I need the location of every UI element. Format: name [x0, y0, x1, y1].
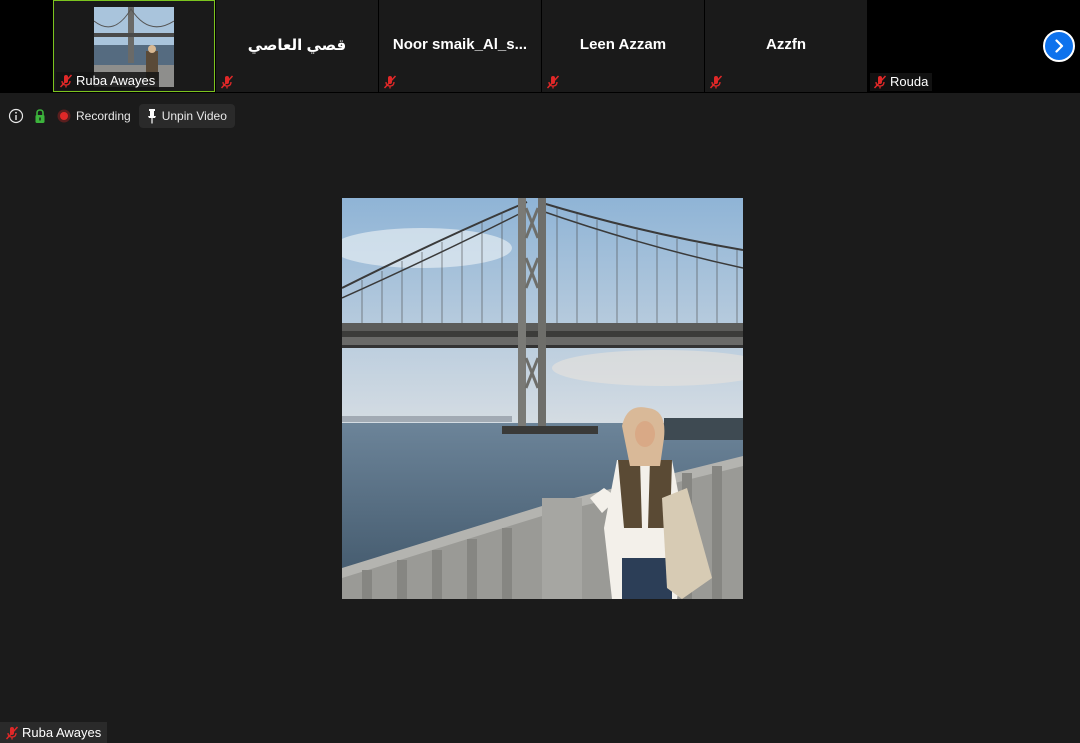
- meeting-info-button[interactable]: [8, 108, 24, 124]
- speaker-name: Ruba Awayes: [22, 725, 102, 740]
- next-page-button[interactable]: [1043, 30, 1075, 62]
- recording-indicator[interactable]: Recording: [56, 108, 131, 124]
- unpin-label: Unpin Video: [161, 109, 227, 123]
- speaker-name-tag: Ruba Awayes: [0, 722, 108, 743]
- participant-strip: Ruba Awayes قصي العاصي Noor smaik_Al_s..…: [0, 0, 1080, 93]
- participant-name: Ruba Awayes: [76, 73, 156, 88]
- participant-name-tag: Rouda: [870, 73, 933, 91]
- muted-mic-icon: [709, 75, 723, 89]
- info-icon: [8, 108, 24, 124]
- security-button[interactable]: [32, 108, 48, 124]
- lock-icon: [35, 109, 45, 123]
- participant-tile[interactable]: Leen Azzam: [542, 0, 704, 92]
- pin-icon: [147, 109, 156, 124]
- muted-mic-icon: [873, 75, 887, 89]
- participant-tile[interactable]: Azzfn: [705, 0, 867, 92]
- participant-name: Noor smaik_Al_s...: [392, 36, 528, 53]
- participant-tile[interactable]: Rouda: [868, 0, 1030, 92]
- participant-tile[interactable]: قصي العاصي: [216, 0, 378, 92]
- chevron-right-icon: [1055, 39, 1064, 53]
- participant-name: Leen Azzam: [579, 36, 667, 53]
- main-video-area: Recording Unpin Video Ruba Awayes: [0, 93, 1080, 743]
- muted-mic-icon: [5, 726, 19, 740]
- muted-mic-icon: [383, 75, 397, 89]
- muted-mic-icon: [59, 74, 73, 88]
- muted-mic-icon: [546, 75, 560, 89]
- muted-mic-icon: [220, 75, 234, 89]
- participant-name-tag: Ruba Awayes: [56, 72, 160, 90]
- unpin-video-button[interactable]: Unpin Video: [138, 104, 235, 128]
- participant-name: قصي العاصي: [247, 37, 347, 54]
- record-icon: [57, 109, 71, 123]
- participant-name: Rouda: [890, 74, 929, 89]
- participant-tile-ruba-awayes[interactable]: Ruba Awayes: [53, 0, 215, 92]
- speaker-video: [342, 198, 743, 599]
- participant-name: Azzfn: [766, 36, 806, 53]
- meeting-toolbar: Recording Unpin Video: [8, 103, 243, 129]
- recording-label: Recording: [76, 109, 131, 123]
- participant-tile[interactable]: Noor smaik_Al_s...: [379, 0, 541, 92]
